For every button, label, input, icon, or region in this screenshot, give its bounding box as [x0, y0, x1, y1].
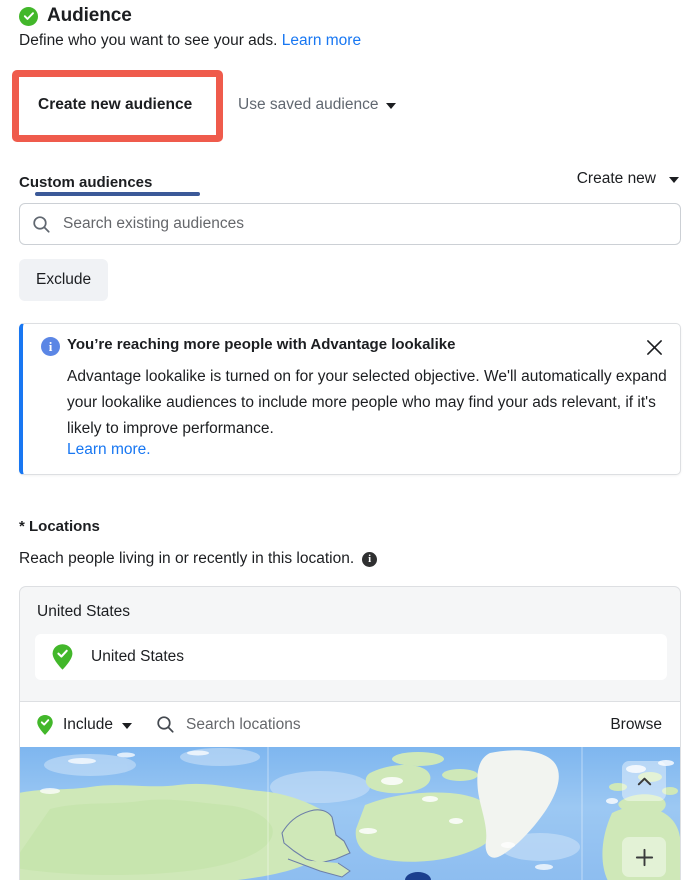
chevron-up-icon [637, 777, 651, 785]
check-circle-icon [19, 6, 38, 26]
location-chip-label: United States [91, 648, 185, 665]
banner-title: You’re reaching more people with Advanta… [67, 336, 456, 353]
search-existing-audiences-input[interactable]: Search existing audiences [19, 203, 681, 245]
search-existing-audiences-placeholder: Search existing audiences [63, 215, 244, 232]
audience-tabs: Create new audience Use saved audience [0, 74, 700, 210]
custom-audiences-label: Custom audiences [19, 174, 153, 191]
create-new-label: Create new [576, 170, 656, 187]
map-pin-check-icon [36, 714, 54, 736]
section-subtitle: Define who you want to see your ads. Lea… [19, 31, 361, 51]
map-canvas [20, 747, 680, 880]
close-icon [646, 339, 662, 355]
info-circle-icon: i [41, 337, 60, 356]
active-tab-indicator [35, 192, 200, 196]
map-collapse-button[interactable] [622, 761, 666, 801]
advantage-lookalike-banner: i You’re reaching more people with Advan… [19, 323, 681, 475]
tab-use-saved-audience[interactable]: Use saved audience [238, 76, 397, 134]
tab-use-saved-audience-label: Use saved audience [238, 96, 379, 113]
chevron-down-icon [386, 103, 397, 109]
banner-body-text: Advantage lookalike is turned on for you… [67, 368, 667, 437]
plus-icon [635, 848, 653, 866]
search-locations-input[interactable]: Search locations [156, 715, 301, 734]
chevron-down-icon [669, 177, 679, 183]
locations-description-text: Reach people living in or recently in th… [19, 550, 355, 567]
locations-description: Reach people living in or recently in th… [19, 550, 378, 568]
locations-map[interactable] [20, 747, 680, 880]
audience-panel: Audience Define who you want to see your… [0, 0, 700, 880]
info-icon[interactable]: i [362, 551, 378, 567]
locations-group-label: United States [37, 603, 131, 620]
learn-more-link[interactable]: Learn more [282, 32, 361, 49]
tab-create-new-audience-label: Create new audience [38, 96, 193, 113]
include-dropdown[interactable]: Include [36, 714, 132, 736]
create-new-button[interactable]: Create new [575, 166, 681, 192]
banner-learn-more-link[interactable]: Learn more. [67, 441, 151, 459]
search-icon [32, 215, 51, 234]
banner-close-button[interactable] [639, 332, 669, 362]
locations-title: * Locations [19, 518, 100, 535]
locations-panel: United States United States Include Sear… [19, 586, 681, 880]
map-zoom-in-button[interactable] [622, 837, 666, 877]
search-icon [156, 715, 175, 734]
section-subtitle-text: Define who you want to see your ads. [19, 32, 278, 49]
browse-locations-button[interactable]: Browse [608, 712, 664, 738]
locations-toolbar: Include Search locations Browse [20, 701, 680, 747]
location-chip-united-states[interactable]: United States [35, 634, 667, 680]
page-title: Audience [47, 5, 132, 26]
section-header: Audience [19, 6, 132, 26]
search-locations-placeholder: Search locations [185, 715, 301, 733]
map-pin-check-icon [51, 643, 74, 671]
exclude-button[interactable]: Exclude [19, 259, 109, 301]
tab-create-new-audience[interactable]: Create new audience [38, 76, 192, 134]
include-dropdown-label: Include [63, 715, 113, 733]
chevron-down-icon [121, 722, 132, 729]
